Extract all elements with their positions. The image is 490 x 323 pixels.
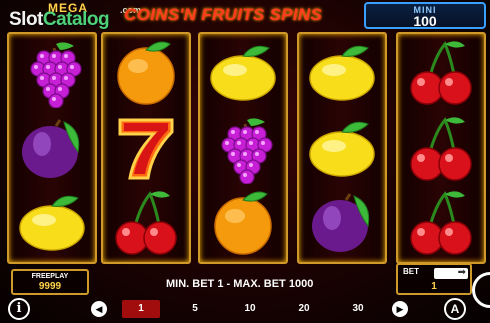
watermark-slot: Slot xyxy=(9,9,43,30)
arrow-right-icon: ➡ xyxy=(457,267,466,278)
orange-icon xyxy=(207,186,279,263)
bet-prev-button[interactable]: ◀ xyxy=(91,301,107,317)
freeplay-box: FREEPLAY 9999 xyxy=(11,269,89,295)
plum-icon xyxy=(306,186,378,263)
orange-icon xyxy=(110,36,182,113)
seven-icon xyxy=(110,112,182,189)
bet-option-30[interactable]: 30 xyxy=(339,300,377,318)
bet-option-1[interactable]: 1 xyxy=(122,300,160,318)
bet-option-20[interactable]: 20 xyxy=(285,300,323,318)
bet-value: 1 xyxy=(431,281,437,292)
autoplay-button[interactable]: A xyxy=(444,298,466,320)
cherry-icon xyxy=(110,186,182,263)
info-button[interactable]: i xyxy=(8,298,30,320)
lemon-icon xyxy=(207,36,279,113)
grapes-icon xyxy=(16,36,88,113)
freeplay-label: FREEPLAY xyxy=(31,273,69,280)
bet-box[interactable]: BET ➡ 1 xyxy=(396,263,472,295)
mini-jackpot-box: MINI 100 xyxy=(364,2,486,29)
watermark-logo: SlotCatalog xyxy=(9,9,110,31)
cherry-icon xyxy=(405,36,477,113)
lemon-icon xyxy=(16,186,88,263)
mini-jackpot-value: 100 xyxy=(413,13,437,29)
bet-option-10[interactable]: 10 xyxy=(231,300,269,318)
cherry-icon xyxy=(405,186,477,263)
bet-toggle[interactable]: ➡ xyxy=(434,267,468,279)
grapes-icon xyxy=(207,112,279,189)
freeplay-value: 9999 xyxy=(38,281,62,292)
cherry-icon xyxy=(405,112,477,189)
plum-icon xyxy=(16,112,88,189)
bet-next-button[interactable]: ▶ xyxy=(392,301,408,317)
bet-option-5[interactable]: 5 xyxy=(176,300,214,318)
game-title: COINS'N FRUITS SPINS xyxy=(124,5,323,24)
bet-label: BET xyxy=(403,267,419,276)
bet-limits-text: MIN. BET 1 - MAX. BET 1000 xyxy=(166,278,314,290)
lemon-icon xyxy=(306,36,378,113)
watermark-catalog: Catalog xyxy=(42,9,110,30)
lemon-icon xyxy=(306,112,378,189)
